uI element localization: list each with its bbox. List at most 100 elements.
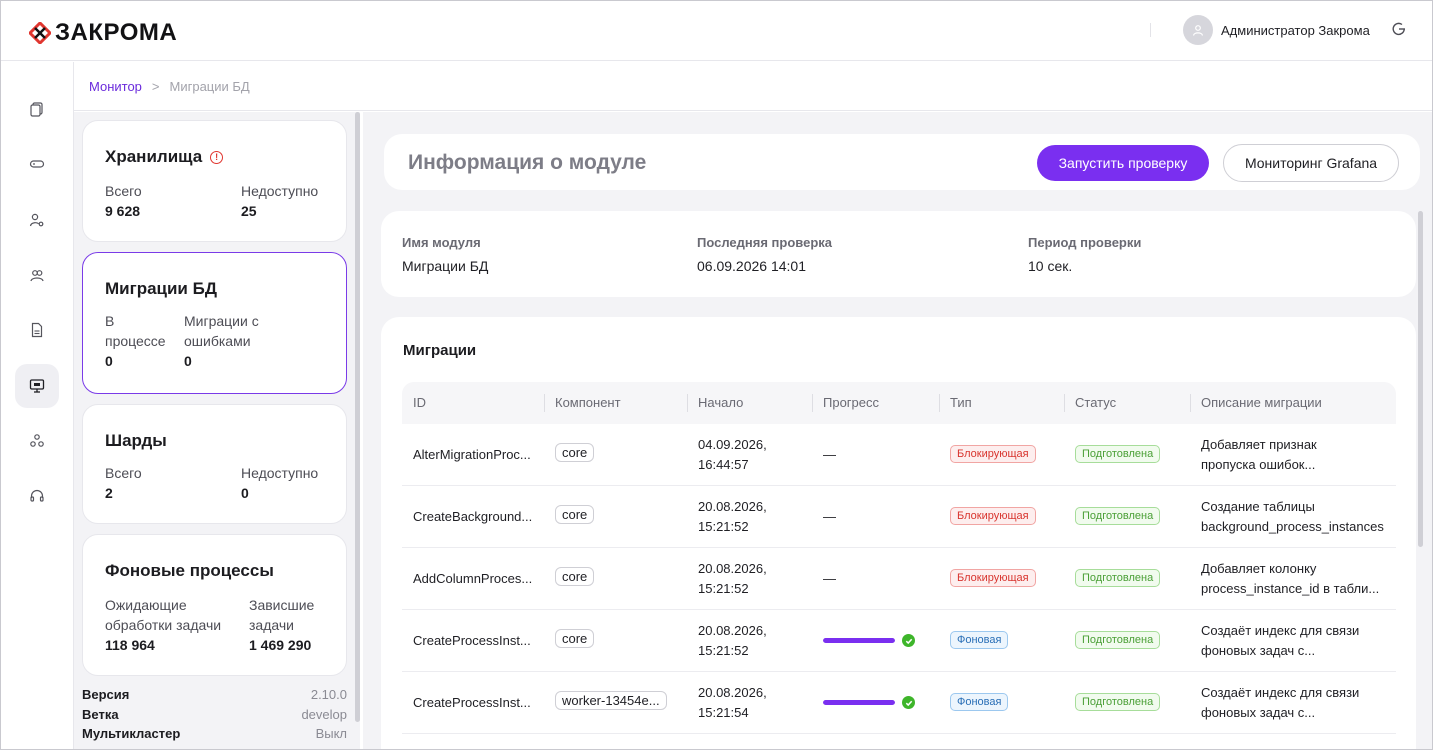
background-card-title: Фоновые процессы <box>105 561 274 581</box>
column-divider <box>687 394 688 412</box>
nav-support[interactable] <box>15 474 59 518</box>
logo[interactable]: ЗАКРОМА <box>29 19 177 47</box>
multicluster-row: Мультикластер Выкл <box>82 726 347 741</box>
table-row[interactable]: AlterMigrationProc... core 04.09.2026, 1… <box>402 424 1396 486</box>
user-icon <box>1192 25 1204 36</box>
start-time: 15:21:52 <box>698 581 749 596</box>
grafana-monitoring-button[interactable]: Мониторинг Grafana <box>1223 144 1399 182</box>
type-badge: Блокирующая <box>950 507 1036 525</box>
cell-start: 20.08.2026, 15:21:54 <box>698 683 767 723</box>
cell-component: core <box>555 443 595 462</box>
start-date: 20.08.2026, <box>698 685 767 700</box>
logout-icon[interactable] <box>1391 21 1407 37</box>
column-divider <box>1190 394 1191 412</box>
info-value: 06.09.2026 14:01 <box>697 258 806 274</box>
background-processes-card[interactable]: Фоновые процессы Ожидающие обработки зад… <box>82 534 347 676</box>
user-menu[interactable]: Администратор Закрома <box>1183 15 1370 45</box>
cell-id: CreateProcessInst... <box>413 633 531 648</box>
breadcrumb-separator: > <box>151 79 160 94</box>
cell-component: worker-13454e... <box>555 691 667 710</box>
stat-value: 25 <box>241 203 257 219</box>
table-row[interactable]: CreateProcessInst... worker-13454e... 20… <box>402 672 1396 734</box>
column-header-description[interactable]: Описание миграции <box>1201 395 1322 410</box>
check-circle-icon <box>902 696 915 709</box>
migrations-card[interactable]: Миграции БД В процессе 0 Миграции с ошиб… <box>82 252 347 394</box>
cell-status: Подготовлена <box>1075 507 1161 525</box>
column-header-type[interactable]: Тип <box>950 395 972 410</box>
nav-users[interactable] <box>15 253 59 297</box>
shards-unavailable-stat: Недоступно 0 <box>241 463 318 503</box>
shards-card[interactable]: Шарды Всего 2 Недоступно 0 <box>82 404 347 524</box>
table-row[interactable]: CreateProcessInst... core 20.08.2026, 15… <box>402 610 1396 672</box>
start-date: 20.08.2026, <box>698 499 767 514</box>
description-line: Создаёт индекс для связи <box>1201 623 1360 638</box>
multicluster-value: Выкл <box>315 726 347 741</box>
module-header-panel: Информация о модуле Запустить проверку М… <box>384 134 1420 190</box>
run-check-button[interactable]: Запустить проверку <box>1037 145 1209 181</box>
column-divider <box>1064 394 1065 412</box>
shards-total-stat: Всего 2 <box>105 463 142 503</box>
breadcrumb-monitor-link[interactable]: Монитор <box>89 79 142 94</box>
stat-label: Миграции с ошибками <box>184 313 259 349</box>
shards-title-text: Шарды <box>105 431 167 450</box>
cell-component: core <box>555 567 595 586</box>
branch-value: develop <box>301 707 347 722</box>
main-scrollbar[interactable] <box>1418 211 1423 547</box>
component-chip: core <box>555 443 595 462</box>
description-line: фоновых задач с... <box>1201 705 1316 720</box>
stat-label: Недоступно <box>241 465 319 481</box>
column-header-id[interactable]: ID <box>413 395 426 410</box>
cell-type: Блокирующая <box>950 507 1036 525</box>
nav-files[interactable] <box>15 308 59 352</box>
cell-start: 20.08.2026, 15:21:52 <box>698 621 767 661</box>
nav-monitor[interactable] <box>15 364 59 408</box>
column-header-status[interactable]: Статус <box>1075 395 1116 410</box>
stat-value: 118 964 <box>105 637 155 653</box>
storage-title-text: Хранилища <box>105 147 203 166</box>
column-header-start[interactable]: Начало <box>698 395 743 410</box>
stat-label: Ожидающие обработки задачи <box>105 597 222 633</box>
nav-storage[interactable] <box>15 142 59 186</box>
cell-id: AddColumnProces... <box>413 571 533 586</box>
page-title: Информация о модуле <box>408 151 647 174</box>
cell-description: Создаёт индекс для связи фоновых задач с… <box>1201 621 1359 661</box>
info-label: Период проверки <box>1028 235 1142 250</box>
nav-documents[interactable] <box>15 87 59 131</box>
avatar[interactable] <box>1183 15 1213 45</box>
start-time: 15:21:54 <box>698 705 749 720</box>
check-period-field: Период проверки 10 сек. <box>1028 235 1141 274</box>
migrations-section-title: Миграции <box>403 342 477 359</box>
left-panel-scrollbar[interactable] <box>355 112 360 722</box>
nav-cluster[interactable] <box>15 419 59 463</box>
module-info-panel: Имя модуля Миграции БД Последняя проверк… <box>381 211 1416 297</box>
storage-total-stat: Всего 9 628 <box>105 181 142 221</box>
column-divider <box>812 394 813 412</box>
status-badge: Подготовлена <box>1075 507 1161 525</box>
migrations-card-title: Миграции БД <box>105 279 217 299</box>
storage-icon <box>29 160 45 168</box>
table-row[interactable]: AddColumnProces... core 20.08.2026, 15:2… <box>402 548 1396 610</box>
progress-indicator <box>823 634 915 647</box>
description-line: фоновых задач с... <box>1201 643 1316 658</box>
branch-row: Ветка develop <box>82 707 347 722</box>
start-date: 20.08.2026, <box>698 561 767 576</box>
table-row[interactable]: CreateBackground... core 20.08.2026, 15:… <box>402 486 1396 548</box>
progress-bar <box>823 638 895 643</box>
migrations-panel: Миграции ID Компонент Начало Прогресс Ти… <box>381 317 1416 749</box>
background-title-text: Фоновые процессы <box>105 561 274 580</box>
status-badge: Подготовлена <box>1075 445 1161 463</box>
start-time: 15:21:52 <box>698 519 749 534</box>
column-header-component[interactable]: Компонент <box>555 395 621 410</box>
breadcrumb-current: Миграции БД <box>169 79 250 94</box>
storage-card[interactable]: Хранилища ! Всего 9 628 Недоступно 25 <box>82 120 347 242</box>
nav-user-settings[interactable] <box>15 198 59 242</box>
stat-label: Зависшие задачи <box>249 597 315 633</box>
logo-text: ЗАКРОМА <box>55 19 178 46</box>
cell-status: Подготовлена <box>1075 569 1161 587</box>
summary-panel: Хранилища ! Всего 9 628 Недоступно 25 Ми… <box>74 112 360 749</box>
background-waiting-stat: Ожидающие обработки задачи 118 964 <box>105 595 245 655</box>
column-header-progress[interactable]: Прогресс <box>823 395 879 410</box>
type-badge: Фоновая <box>950 631 1009 649</box>
module-name-field: Имя модуля Миграции БД <box>402 235 488 274</box>
cell-type: Фоновая <box>950 693 1009 711</box>
